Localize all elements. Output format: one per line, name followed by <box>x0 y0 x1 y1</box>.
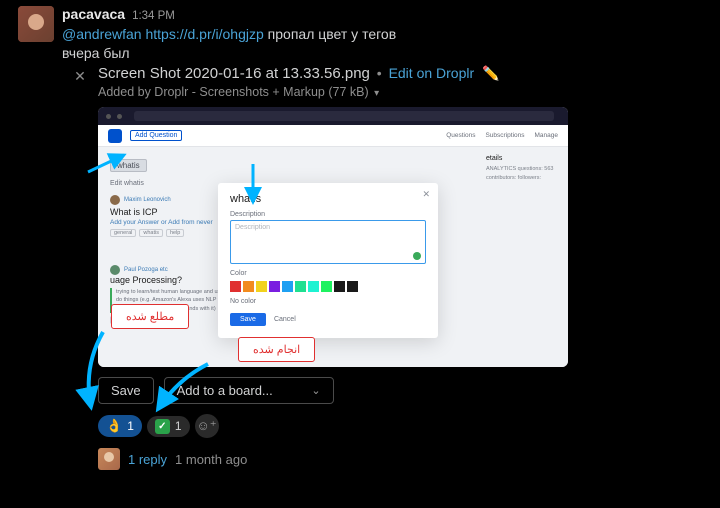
add-question-button: Add Question <box>130 130 182 141</box>
no-color-option: No color <box>230 298 426 305</box>
message-text-2: вчера был <box>62 45 702 61</box>
color-swatch <box>230 281 241 292</box>
color-swatch <box>269 281 280 292</box>
mention-link[interactable]: @andrewfan <box>62 26 142 42</box>
annotation-label-2: انجام شده <box>238 337 315 362</box>
chevron-down-icon: ⌄ <box>311 384 320 397</box>
modal-save-button: Save <box>230 313 266 326</box>
add-reaction-button[interactable]: ☺⁺ <box>195 414 219 438</box>
reply-count-link[interactable]: 1 reply <box>128 452 167 467</box>
separator: • <box>374 65 385 81</box>
color-swatch <box>334 281 345 292</box>
emoji-icon <box>413 252 421 260</box>
color-picker <box>230 281 426 292</box>
added-by-text: Added by Droplr - Screenshots + Markup <box>98 85 325 99</box>
tag-pill: whatis <box>110 159 147 172</box>
annotation-label-1: مطلع شده <box>111 304 189 329</box>
add-to-board-label: Add to a board... <box>177 383 273 398</box>
reply-avatar[interactable] <box>98 448 120 470</box>
edit-tag-modal: ✕ whatis Description Description Color N… <box>218 183 438 338</box>
avatar[interactable] <box>18 6 54 42</box>
ok-hand-icon: 👌 <box>106 418 122 434</box>
add-to-board-button[interactable]: Add to a board... ⌄ <box>164 377 334 404</box>
url-link[interactable]: https://d.pr/i/ohgjzp <box>145 26 263 42</box>
save-button[interactable]: Save <box>98 377 154 404</box>
reaction-count: 1 <box>175 419 182 433</box>
field-label: Description <box>230 211 426 218</box>
author-name: Paul Pozoga etc <box>124 267 168 273</box>
tag: whatis <box>139 229 163 237</box>
reply-time-ago: 1 month ago <box>175 452 247 467</box>
file-size: (77 kB) <box>328 85 368 99</box>
color-swatch <box>295 281 306 292</box>
edit-on-droplr-link[interactable]: Edit on Droplr <box>389 65 475 81</box>
add-reaction-icon: ☺⁺ <box>196 418 216 434</box>
reaction-ok-hand[interactable]: 👌 1 <box>98 415 142 437</box>
field-label: Color <box>230 270 426 277</box>
nav-item: Subscriptions <box>485 132 524 139</box>
app-logo <box>108 129 122 143</box>
nav-item: Manage <box>535 132 559 139</box>
author-name: Maxim Leonovich <box>124 197 171 203</box>
color-swatch <box>308 281 319 292</box>
modal-title: whatis <box>230 193 426 205</box>
sidebar-heading: etails <box>486 155 556 162</box>
nav-item: Questions <box>446 132 475 139</box>
reaction-check[interactable]: ✓ 1 <box>147 416 190 437</box>
pencil-icon: ✏️ <box>482 65 499 81</box>
check-icon: ✓ <box>155 419 170 434</box>
description-textarea: Description <box>230 220 426 264</box>
message-timestamp: 1:34 PM <box>132 10 175 22</box>
tag: general <box>110 229 136 237</box>
tag: help <box>166 229 184 237</box>
chevron-down-icon[interactable]: ▾ <box>374 88 379 99</box>
message-text: пропал цвет у тегов <box>268 26 396 42</box>
close-icon: ✕ <box>422 189 430 200</box>
color-swatch <box>243 281 254 292</box>
attachment-filename[interactable]: Screen Shot 2020-01-16 at 13.33.56.png <box>98 65 370 82</box>
reaction-count: 1 <box>127 419 134 433</box>
sidebar-stats: ANALYTICS questions: 563 contributors: f… <box>486 165 556 183</box>
modal-cancel-button: Cancel <box>274 316 296 323</box>
color-swatch <box>321 281 332 292</box>
color-swatch <box>282 281 293 292</box>
color-swatch <box>256 281 267 292</box>
username[interactable]: pacavaca <box>62 6 125 22</box>
close-icon[interactable]: ✕ <box>62 65 98 470</box>
color-swatch <box>347 281 358 292</box>
